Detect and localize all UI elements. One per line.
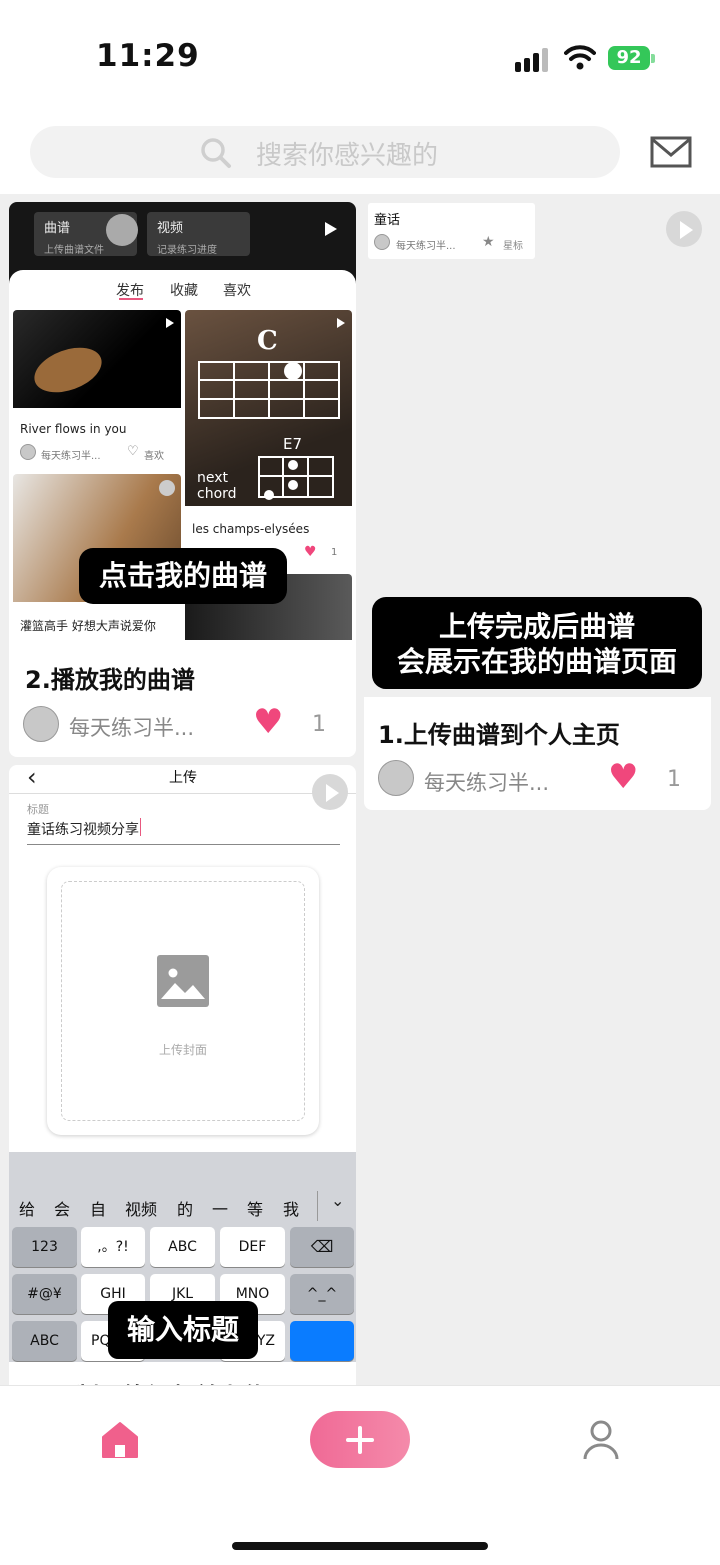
caption-line-1: 上传完成后曲谱 [438, 610, 635, 643]
caption-line-2: 会展示在我的曲谱页面 [396, 645, 677, 678]
mini-heart-icon: ♥ [304, 544, 317, 560]
overlay-caption-input-title: 输入标题 [108, 1301, 258, 1359]
key-emoji: ^_^ [290, 1274, 354, 1314]
home-icon[interactable] [101, 1421, 139, 1459]
chord-label-e7: E7 [283, 435, 303, 453]
card-title: 1.上传曲谱到个人主页 [378, 721, 620, 749]
chord-label-c: C [257, 326, 278, 356]
mini-heart-icon: ♡ [127, 444, 139, 459]
thumb-field-underline [27, 844, 340, 845]
image-placeholder-icon [157, 955, 209, 1007]
candidate: 自 [90, 1200, 107, 1219]
candidate: 给 [19, 1200, 36, 1219]
mini-play-circle [159, 480, 175, 496]
thumb-author: 每天练习半... [396, 241, 456, 252]
battery-tip [651, 54, 655, 63]
thumb-tap-indicator [106, 214, 138, 246]
heart-icon[interactable]: ♥ [253, 702, 283, 742]
mini-avatar [20, 444, 36, 460]
thumb-field-label: 标题 [27, 803, 49, 816]
keyboard-candidate-bar: 给 会 自 视频 的 一 等 我 ⌄ [9, 1189, 356, 1221]
thumb-nav-title: 上传 [169, 770, 197, 786]
feed-card-upload-score[interactable]: 1.上传曲谱到个人主页 每天练习半... ♥ 1 [364, 697, 711, 810]
candidate: 一 [212, 1200, 229, 1219]
thumb-mini-card-2: C E7 next chord les champs-elysées ♥ 1 [185, 310, 352, 570]
key-punct: ,。?! [81, 1227, 145, 1267]
feed-card-play-score[interactable]: 曲谱 上传曲谱文件 视频 记录练习进度 发布 收藏 喜欢 River flows i… [9, 202, 356, 757]
thumb-field-value: 童话练习视频分享 [27, 822, 139, 838]
status-time: 11:29 [96, 38, 200, 74]
mail-icon[interactable] [650, 136, 692, 168]
thumb-tab-like: 喜欢 [223, 283, 251, 299]
author-avatar [378, 760, 414, 796]
key-def: DEF [220, 1227, 285, 1267]
key-delete-icon: ⌫ [290, 1227, 354, 1267]
thumb-avatar [374, 234, 390, 250]
thumb-right-top: 童话 每天练习半... ★ 星标 [368, 203, 535, 259]
home-indicator [232, 1542, 488, 1550]
thumb-tab-collect: 收藏 [170, 283, 198, 299]
search-placeholder: 搜索你感兴趣的 [256, 141, 439, 171]
mini-title: les champs-elysées [192, 522, 310, 536]
like-count: 1 [312, 712, 326, 737]
mini-likes: 1 [331, 547, 338, 558]
overlay-caption-upload-done: 上传完成后曲谱 会展示在我的曲谱页面 [372, 597, 702, 689]
mini-chord-label: chord [197, 486, 237, 502]
mini-play-icon [166, 318, 174, 328]
mini-author: 每天练习半... [41, 451, 101, 462]
cellular-signal-icon [515, 46, 553, 72]
author-avatar [23, 706, 59, 742]
key-abc: ABC [150, 1227, 215, 1267]
thumb-nav-divider [9, 793, 356, 794]
candidate-divider [317, 1191, 318, 1221]
card-title: 2.播放我的曲谱 [25, 666, 195, 694]
candidate: 视频 [125, 1200, 158, 1219]
chord-diagram-e7 [258, 456, 334, 500]
thumb-cover-label: 上传封面 [159, 1043, 208, 1057]
video-play-icon[interactable] [666, 211, 702, 247]
candidate: 的 [177, 1200, 194, 1219]
card-title-partial: 3.录制明练视频并上传 [25, 1377, 267, 1385]
candidate: 会 [54, 1200, 71, 1219]
mini-next-label: next [197, 470, 229, 486]
heart-icon[interactable]: ♥ [608, 757, 638, 797]
video-play-icon[interactable] [312, 774, 348, 810]
thumb-chip-video: 视频 记录练习进度 [147, 212, 250, 256]
wifi-icon [564, 45, 596, 70]
key-return [290, 1321, 354, 1361]
author-name: 每天练习半... [424, 771, 550, 795]
thumb-tab-underline [119, 298, 143, 300]
like-count: 1 [667, 767, 681, 792]
battery-icon: 92 [608, 46, 650, 70]
mini-title: River flows in you [20, 422, 127, 436]
plus-icon [346, 1426, 374, 1454]
key-symbols: #@¥ [12, 1274, 77, 1314]
author-name: 每天练习半... [69, 716, 195, 740]
thumb-back-icon: ‹ [27, 765, 37, 791]
thumb-text-cursor [140, 818, 141, 836]
candidate: 等 [247, 1200, 264, 1219]
thumb-star-label: 星标 [503, 241, 523, 252]
search-icon [201, 138, 231, 168]
key-abc-lower: ABC [12, 1321, 77, 1361]
chord-diagram-c [198, 361, 340, 419]
key-123: 123 [12, 1227, 77, 1267]
thumb-mini-card-1: River flows in you 每天练习半... ♡ 喜欢 [13, 310, 181, 468]
star-icon: ★ [482, 234, 495, 250]
candidate: 我 [283, 1200, 300, 1219]
profile-icon[interactable] [582, 1419, 620, 1461]
thumb-tab-publish: 发布 [116, 283, 144, 299]
mini-title: 灌篮高手 好想大声说爱你 [20, 619, 156, 633]
feed-card-record-upload[interactable]: ‹ 上传 标题 童话练习视频分享 上传封面 给 会 自 视频 的 一 等 我 ⌄… [9, 765, 356, 1385]
chevron-down-icon: ⌄ [331, 1191, 345, 1210]
overlay-caption-tap-score: 点击我的曲谱 [79, 548, 287, 604]
thumb-play-icon [325, 222, 337, 236]
thumb-title: 童话 [374, 213, 401, 228]
mini-like-label: 喜欢 [144, 451, 164, 462]
mini-play-icon [337, 318, 345, 328]
